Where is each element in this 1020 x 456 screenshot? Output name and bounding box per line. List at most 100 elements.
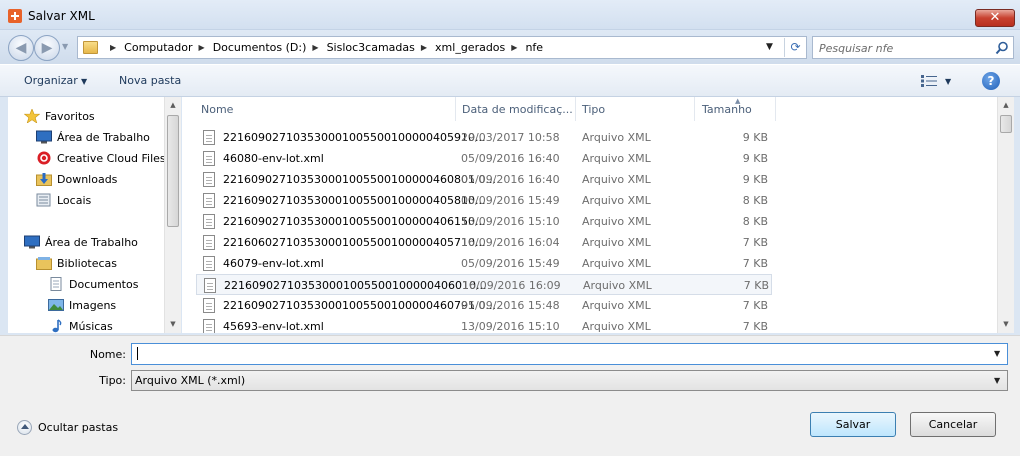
file-row[interactable]: 221609027103530001005500100000460791 0..… [196, 295, 772, 316]
file-date: 05/09/2016 15:49 [461, 194, 560, 207]
file-row[interactable]: 221609027103530001005500100000406150... … [196, 211, 772, 232]
organize-button[interactable]: Organizar [24, 74, 78, 87]
hide-folders-toggle[interactable]: Ocultar pastas [17, 420, 118, 435]
breadcrumb-nfe[interactable]: nfe [525, 41, 543, 54]
sidebar-item-favoritos[interactable]: Favoritos [24, 107, 95, 125]
navigation-pane: Favoritos Área de Trabalho Creative Clou… [8, 97, 180, 333]
column-header-size[interactable]: Tamanho [702, 97, 752, 121]
chevron-right-icon[interactable]: ▶ [421, 43, 427, 52]
column-divider[interactable] [575, 97, 576, 121]
file-date: 05/09/2016 15:49 [461, 257, 560, 270]
chevron-down-icon[interactable]: ▼ [994, 349, 1000, 358]
sidebar-item-creative-cloud[interactable]: Creative Cloud Files [36, 149, 166, 167]
breadcrumb-sisloc3camadas[interactable]: Sisloc3camadas [327, 41, 415, 54]
navigation-pane-scrollbar[interactable]: ▲ ▼ [164, 97, 181, 333]
file-name: 221609027103530001005500100000460801 0..… [223, 173, 496, 186]
forward-button[interactable]: ▶ [34, 35, 60, 61]
file-name-field[interactable]: ▼ [131, 343, 1008, 365]
file-row[interactable]: 221606027103530001005500100000405710... … [196, 232, 772, 253]
file-name: 221609027103530001005500100000460791 0..… [223, 299, 496, 312]
chevron-right-icon[interactable]: ▶ [199, 43, 205, 52]
sidebar-item-documentos[interactable]: Documentos [48, 275, 138, 293]
column-divider[interactable] [694, 97, 695, 121]
file-size: 9 KB [742, 131, 768, 144]
chevron-down-icon[interactable]: ▼ [994, 376, 1000, 385]
save-button[interactable]: Salvar [810, 412, 896, 437]
search-icon[interactable] [995, 41, 1009, 55]
column-header-name[interactable]: Nome [201, 97, 233, 121]
column-divider[interactable] [455, 97, 456, 121]
file-row[interactable]: 221609027103530001005500100000405810... … [196, 190, 772, 211]
file-date: 05/09/2016 16:40 [461, 173, 560, 186]
file-type: Arquivo XML [582, 215, 651, 228]
change-view-icon[interactable] [921, 75, 937, 87]
file-size: 7 KB [742, 257, 768, 270]
file-type-select[interactable]: Arquivo XML (*.xml) ▼ [131, 370, 1008, 391]
sidebar-item-area-de-trabalho-root[interactable]: Área de Trabalho [24, 233, 138, 251]
file-row[interactable]: 221609027103530001005500100000405910... … [196, 127, 772, 148]
recent-pages-dropdown[interactable]: ▼ [62, 42, 68, 51]
new-folder-button[interactable]: Nova pasta [119, 74, 181, 87]
close-button[interactable]: ✕ [975, 9, 1015, 27]
file-name: 221609027103530001005500100000405810... [223, 194, 486, 207]
file-row-selected[interactable]: 221609027103530001005500100000406010... … [196, 274, 772, 295]
file-name: 221609027103530001005500100000406150... [223, 215, 486, 228]
file-type: Arquivo XML [582, 236, 651, 249]
navigation-bar: ◀ ▶ ▼ ▶ Computador ▶ Documentos (D:) ▶ S… [0, 30, 1020, 64]
file-type-value: Arquivo XML (*.xml) [135, 374, 246, 387]
address-history-dropdown[interactable]: ▼ [766, 42, 773, 52]
cancel-button[interactable]: Cancelar [910, 412, 996, 437]
file-name-input[interactable] [136, 346, 986, 362]
breadcrumb-computer[interactable]: Computador [124, 41, 192, 54]
sidebar-item-imagens[interactable]: Imagens [48, 296, 116, 314]
sidebar-item-area-de-trabalho[interactable]: Área de Trabalho [36, 128, 150, 146]
chevron-down-icon[interactable]: ▼ [81, 77, 87, 86]
file-list-scrollbar[interactable]: ▲ ▼ [997, 97, 1014, 333]
back-button[interactable]: ◀ [8, 35, 34, 61]
scroll-down-arrow[interactable]: ▼ [165, 316, 181, 332]
file-date: 13/09/2016 15:10 [461, 320, 560, 333]
scroll-down-arrow[interactable]: ▼ [998, 316, 1014, 332]
xml-file-icon [203, 298, 215, 313]
folder-icon [83, 41, 98, 54]
scrollbar-thumb[interactable] [167, 115, 179, 227]
sidebar-item-locais[interactable]: Locais [36, 191, 91, 209]
file-row[interactable]: 45693-env-lot.xml 13/09/2016 15:10 Arqui… [196, 316, 772, 333]
xml-file-icon [203, 214, 215, 229]
chevron-right-icon[interactable]: ▶ [511, 43, 517, 52]
file-date: 05/09/2016 15:48 [461, 299, 560, 312]
scroll-up-arrow[interactable]: ▲ [998, 97, 1014, 113]
file-date: 29/03/2017 10:58 [461, 131, 560, 144]
chevron-right-icon[interactable]: ▶ [110, 43, 116, 52]
file-row[interactable]: 46080-env-lot.xml 05/09/2016 16:40 Arqui… [196, 148, 772, 169]
sidebar-item-label: Favoritos [45, 109, 95, 123]
xml-file-icon [204, 278, 216, 293]
address-bar[interactable]: ▶ Computador ▶ Documentos (D:) ▶ Sisloc3… [77, 36, 807, 59]
column-header-type[interactable]: Tipo [582, 97, 605, 121]
scroll-up-arrow[interactable]: ▲ [165, 97, 181, 113]
sidebar-item-downloads[interactable]: Downloads [36, 170, 117, 188]
desktop-icon [36, 130, 52, 144]
views-dropdown[interactable]: ▼ [945, 77, 951, 86]
sidebar-item-bibliotecas[interactable]: Bibliotecas [36, 254, 117, 272]
file-row[interactable]: 221609027103530001005500100000460801 0..… [196, 169, 772, 190]
chevron-right-icon[interactable]: ▶ [312, 43, 318, 52]
refresh-button[interactable]: ⟳ [784, 38, 806, 57]
scrollbar-thumb[interactable] [1000, 115, 1012, 133]
breadcrumb-documentos[interactable]: Documentos (D:) [213, 41, 307, 54]
search-input[interactable] [819, 40, 989, 56]
file-row[interactable]: 46079-env-lot.xml 05/09/2016 15:49 Arqui… [196, 253, 772, 274]
downloads-icon [36, 173, 52, 186]
column-header-date[interactable]: Data de modificaç... [462, 97, 573, 121]
column-divider[interactable] [775, 97, 776, 121]
creative-cloud-icon [37, 151, 51, 165]
command-toolbar: Organizar ▼ Nova pasta ▼ ? [0, 64, 1020, 97]
file-size: 9 KB [742, 152, 768, 165]
app-icon [8, 9, 22, 23]
file-size: 7 KB [742, 236, 768, 249]
breadcrumb-xml-gerados[interactable]: xml_gerados [435, 41, 505, 54]
file-name: 46080-env-lot.xml [223, 152, 324, 165]
name-label: Nome: [89, 348, 126, 361]
sidebar-item-musicas[interactable]: Músicas [48, 317, 113, 333]
help-icon[interactable]: ? [982, 72, 1000, 90]
